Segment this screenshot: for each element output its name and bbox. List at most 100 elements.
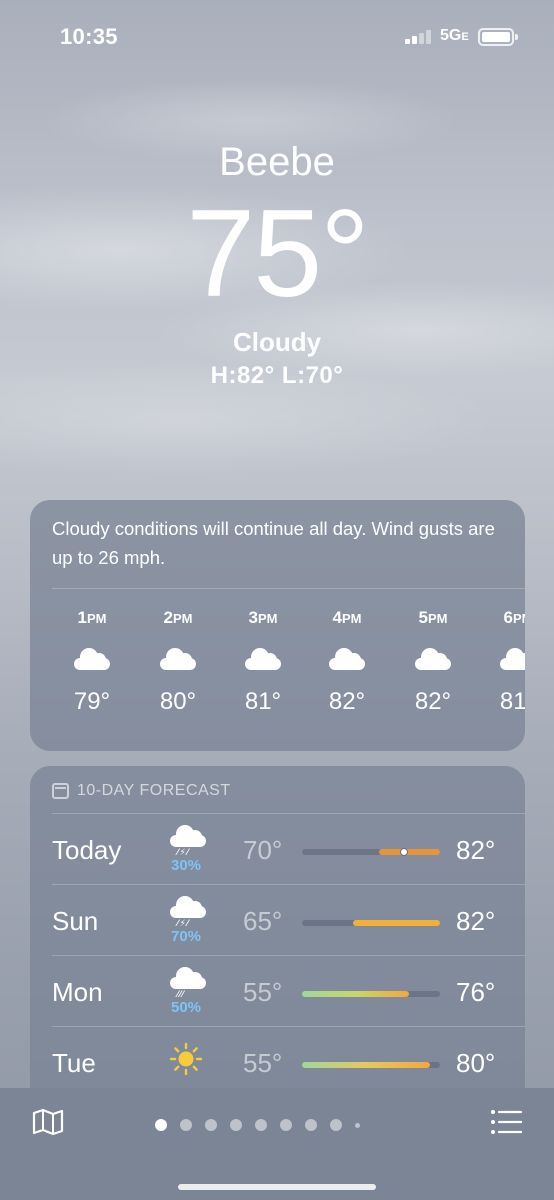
temperature-range-bar	[302, 991, 440, 997]
ten-day-forecast-card[interactable]: 10-DAY FORECAST Today ⁄⚡⁄ 30% 70° 82° Sun ⁄⚡⁄ 7…	[30, 766, 525, 1106]
hour-time: 2	[163, 608, 173, 627]
day-weather: ⁄⁄⁄ 50%	[165, 965, 207, 1016]
divider	[52, 588, 525, 589]
current-condition: Cloudy	[232, 327, 322, 357]
hour-item: 6PM 81°	[478, 608, 525, 716]
temperature-range-bar	[302, 848, 440, 856]
sun-icon	[169, 1042, 203, 1076]
hour-time: 4	[332, 608, 342, 627]
bottom-toolbar	[0, 1088, 554, 1200]
high-low-temperature: H:82° L:70°	[210, 362, 344, 389]
day-weather: ⁄⚡⁄ 70%	[165, 894, 207, 945]
forecast-day-row[interactable]: Mon ⁄⁄⁄ 50% 55° 76°	[30, 957, 525, 1027]
temperature-range-fill	[302, 1062, 430, 1068]
forecast-day-row[interactable]: Today ⁄⚡⁄ 30% 70° 82°	[30, 815, 525, 885]
hourly-strip[interactable]: 1PM79°2PM80°3PM81°4PM82°5PM82°6PM81°	[30, 608, 525, 728]
hour-period: PM	[257, 611, 278, 626]
day-high-temp: 82°	[456, 906, 496, 936]
page-dot[interactable]	[180, 1119, 192, 1131]
divider	[52, 955, 525, 956]
status-time: 10:35	[60, 24, 118, 49]
day-name: Today	[52, 835, 122, 865]
day-high-temp: 82°	[456, 835, 496, 865]
thunderstorm-icon: ⁄⚡⁄	[168, 894, 206, 928]
page-dot[interactable]	[255, 1119, 267, 1131]
hour-label: 6PM	[478, 608, 525, 634]
thunderstorm-icon: ⁄⚡⁄	[168, 823, 206, 857]
page-dot[interactable]	[355, 1123, 360, 1128]
precipitation-chance: 70%	[170, 928, 202, 945]
network-type: 5G	[440, 27, 462, 44]
hour-temperature: 81°	[244, 688, 282, 715]
hour-temperature: 82°	[328, 688, 366, 715]
page-indicator[interactable]	[155, 1119, 373, 1131]
calendar-icon	[52, 783, 69, 799]
list-icon[interactable]	[490, 1109, 522, 1135]
hour-period: PM	[341, 611, 362, 626]
page-dot[interactable]	[155, 1119, 167, 1131]
forecast-summary: Cloudy conditions will continue all day.…	[52, 518, 495, 568]
cloud-icon	[74, 648, 110, 670]
cloud-icon	[160, 648, 196, 670]
forecast-day-row[interactable]: Sun ⁄⚡⁄ 70% 65° 82°	[30, 886, 525, 956]
hour-time: 5	[418, 608, 428, 627]
day-low-temp: 65°	[243, 906, 283, 936]
hour-label: 4PM	[307, 608, 387, 634]
temperature-range-fill	[302, 991, 410, 997]
hour-item: 3PM 81°	[223, 608, 303, 716]
day-weather	[165, 1036, 207, 1081]
home-indicator[interactable]	[178, 1184, 376, 1190]
divider	[52, 884, 525, 885]
day-high-temp: 76°	[456, 977, 496, 1007]
hour-item: 1PM 79°	[52, 608, 132, 716]
hour-period: PM	[172, 611, 193, 626]
precipitation-chance: 30%	[170, 857, 202, 874]
page-dot[interactable]	[305, 1119, 317, 1131]
rain-icon: ⁄⁄⁄	[168, 965, 206, 999]
hour-time: 3	[248, 608, 258, 627]
day-low-temp: 55°	[243, 977, 283, 1007]
hour-temperature: 82°	[414, 688, 452, 715]
hour-period: PM	[86, 611, 107, 626]
page-dot[interactable]	[230, 1119, 242, 1131]
hour-item: 5PM 82°	[393, 608, 473, 716]
forecast-header-label: 10-DAY FORECAST	[77, 782, 231, 799]
hour-item: 2PM 80°	[138, 608, 218, 716]
hour-label: 3PM	[223, 608, 303, 634]
forecast-header: 10-DAY FORECAST	[52, 782, 231, 800]
temperature-range-bar	[302, 1062, 440, 1068]
precipitation-chance: 50%	[170, 999, 202, 1016]
status-bar: 10:35 5GE	[0, 0, 554, 70]
day-high-temp: 80°	[456, 1048, 496, 1078]
page-dot[interactable]	[330, 1119, 342, 1131]
current-temperature: 75°	[186, 185, 370, 323]
cloud-icon	[329, 648, 365, 670]
day-name: Tue	[52, 1048, 96, 1078]
cloud-icon	[415, 648, 451, 670]
temperature-range-fill	[353, 920, 440, 926]
current-conditions: Beebe 75° Cloudy H:82° L:70°	[0, 130, 554, 390]
hour-period: PM	[427, 611, 448, 626]
network-indicator: 5GE	[440, 27, 469, 45]
page-dot[interactable]	[280, 1119, 292, 1131]
hour-temperature: 81°	[499, 688, 525, 715]
day-weather: ⁄⚡⁄ 30%	[165, 823, 207, 874]
hour-time: 1	[77, 608, 87, 627]
hour-item: 4PM 82°	[307, 608, 387, 716]
hour-label: 5PM	[393, 608, 473, 634]
hour-temperature: 79°	[73, 688, 111, 715]
city-name: Beebe	[219, 140, 335, 184]
hour-temperature: 80°	[159, 688, 197, 715]
cellular-signal-icon	[405, 30, 435, 44]
hourly-forecast-card[interactable]: Cloudy conditions will continue all day.…	[30, 500, 525, 751]
network-subtype: E	[461, 31, 469, 43]
day-name: Mon	[52, 977, 103, 1007]
hour-label: 1PM	[52, 608, 132, 634]
day-name: Sun	[52, 906, 99, 936]
page-dot[interactable]	[205, 1119, 217, 1131]
cloud-icon	[245, 648, 281, 670]
cloud-icon	[500, 648, 525, 670]
map-icon[interactable]	[32, 1108, 64, 1136]
hour-time: 6	[503, 608, 513, 627]
temperature-range-fill	[378, 849, 440, 855]
